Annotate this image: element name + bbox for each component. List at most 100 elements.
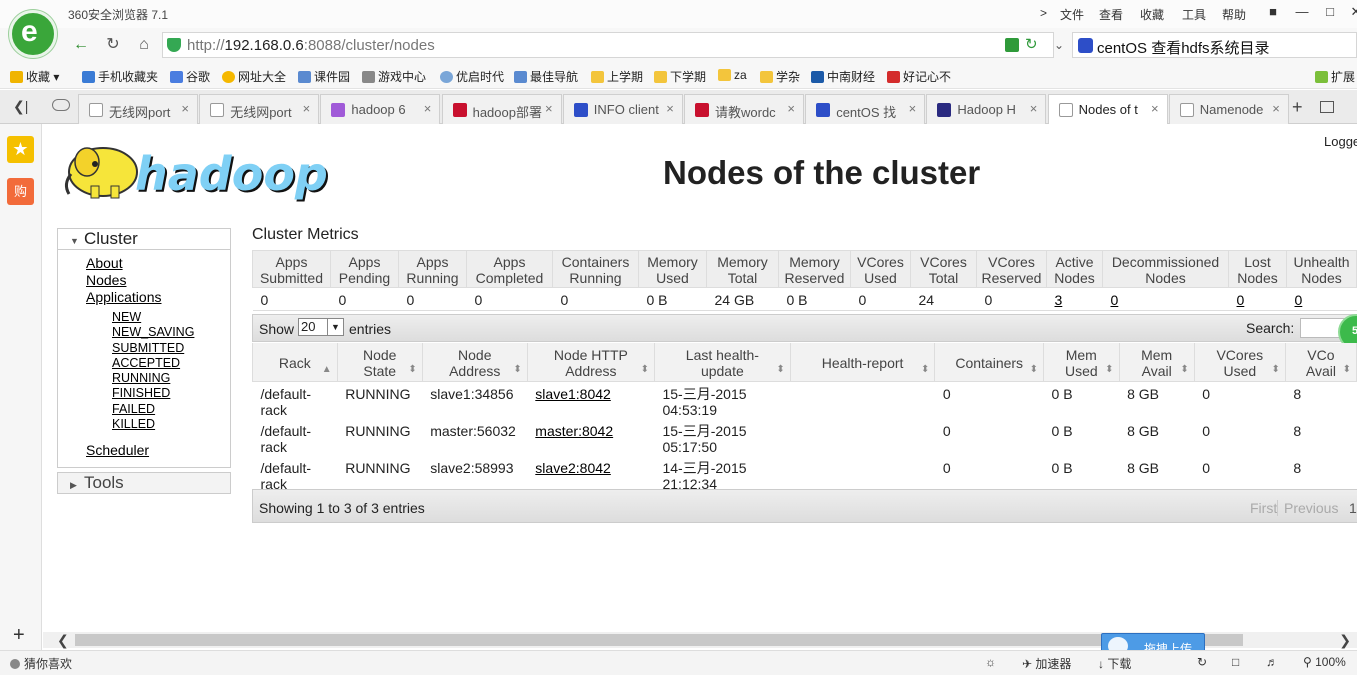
fav-collect[interactable]: 收藏 ▾ bbox=[10, 68, 59, 85]
menu-favorites[interactable]: 收藏 bbox=[1140, 6, 1164, 23]
node-http-link[interactable]: master:8042 bbox=[535, 423, 613, 439]
nav-app-failed[interactable]: FAILED bbox=[112, 402, 230, 417]
metrics-link[interactable]: 0 bbox=[1295, 292, 1303, 308]
nav-nodes[interactable]: Nodes bbox=[86, 272, 230, 289]
pager-first[interactable]: First bbox=[1250, 500, 1277, 516]
metrics-link[interactable]: 0 bbox=[1237, 292, 1245, 308]
add-panel-button[interactable]: + bbox=[13, 624, 25, 647]
tab-list-icon[interactable] bbox=[1320, 101, 1334, 113]
browser-logo-icon[interactable]: e bbox=[9, 10, 57, 58]
qr-icon[interactable] bbox=[1005, 38, 1019, 52]
tab-2[interactable]: hadoop 6 × bbox=[320, 94, 441, 124]
tab-3[interactable]: hadoop部署 × bbox=[441, 94, 562, 124]
fav-extend[interactable]: 扩展 bbox=[1315, 68, 1355, 85]
fav-item[interactable]: 手机收藏夹 bbox=[82, 68, 158, 85]
close-tab-icon[interactable]: × bbox=[303, 101, 311, 116]
window-icon[interactable]: □ bbox=[1232, 655, 1239, 669]
nav-app-new[interactable]: NEW bbox=[112, 310, 230, 325]
sort-icon[interactable]: ⬍ bbox=[1343, 362, 1351, 378]
column-header[interactable]: Mem Used ⬍ bbox=[1043, 343, 1120, 382]
tab-scroll-left-icon[interactable]: ❮| bbox=[13, 98, 28, 115]
nav-app-killed[interactable]: KILLED bbox=[112, 417, 230, 432]
nav-app-running[interactable]: RUNNING bbox=[112, 371, 230, 386]
pager-previous[interactable]: Previous bbox=[1277, 500, 1338, 516]
cluster-nav-header[interactable]: ▼ Cluster bbox=[57, 228, 231, 250]
fav-item[interactable]: 好记心不 bbox=[887, 68, 951, 85]
close-tab-icon[interactable]: × bbox=[1030, 101, 1038, 116]
column-header[interactable]: Node Address ⬍ bbox=[421, 343, 528, 382]
sort-icon[interactable]: ▲ bbox=[322, 362, 332, 378]
sort-icon[interactable]: ⬍ bbox=[1180, 362, 1188, 378]
menu-tools[interactable]: 工具 bbox=[1182, 6, 1206, 23]
nav-app-new-saving[interactable]: NEW_SAVING bbox=[112, 325, 230, 340]
nav-scheduler[interactable]: Scheduler bbox=[86, 442, 230, 459]
sort-icon[interactable]: ⬍ bbox=[1105, 362, 1113, 378]
page-size-select[interactable]: 20 ▼ bbox=[298, 318, 344, 336]
url-input[interactable]: http://192.168.0.6:8088/cluster/nodes ↻ bbox=[162, 32, 1054, 58]
tab-4[interactable]: INFO client × bbox=[562, 94, 683, 124]
guess-like[interactable]: 猜你喜欢 bbox=[10, 655, 72, 672]
sort-icon[interactable]: ⬍ bbox=[641, 362, 649, 378]
sort-icon[interactable]: ⬍ bbox=[513, 362, 521, 378]
wave-icon[interactable]: ☼ bbox=[985, 655, 996, 669]
column-header[interactable]: Node State ⬍ bbox=[336, 343, 423, 382]
scrollbar-thumb[interactable] bbox=[75, 634, 1243, 646]
close-tab-icon[interactable]: × bbox=[181, 101, 189, 116]
fav-item[interactable]: 课件园 bbox=[298, 68, 350, 85]
close-tab-icon[interactable]: × bbox=[787, 101, 795, 116]
cloud-icon[interactable] bbox=[52, 99, 70, 111]
sort-icon[interactable]: ⬍ bbox=[408, 362, 416, 378]
menu-help[interactable]: 帮助 bbox=[1222, 6, 1246, 23]
scroll-left-icon[interactable]: ❮ bbox=[57, 632, 69, 649]
sort-icon[interactable]: ⬍ bbox=[776, 362, 784, 378]
fav-item[interactable]: 下学期 bbox=[654, 68, 706, 85]
fav-item[interactable]: 最佳导航 bbox=[514, 68, 578, 85]
zoom[interactable]: ⚲ 100% bbox=[1303, 655, 1346, 669]
shopping-icon[interactable]: 购 bbox=[7, 178, 34, 205]
tab-6[interactable]: centOS 找 × bbox=[805, 94, 926, 124]
close-tab-icon[interactable]: × bbox=[1151, 101, 1159, 116]
column-header[interactable]: Mem Avail ⬍ bbox=[1118, 343, 1195, 382]
close-tab-icon[interactable]: × bbox=[545, 101, 553, 116]
fav-item[interactable]: 网址大全 bbox=[222, 68, 286, 85]
column-header[interactable]: Health-report ⬍ bbox=[789, 343, 936, 382]
minimize-button[interactable]: — bbox=[1289, 2, 1315, 22]
fav-item[interactable]: 上学期 bbox=[591, 68, 643, 85]
node-http-link[interactable]: slave1:8042 bbox=[535, 386, 611, 402]
home-icon[interactable]: ⌂ bbox=[131, 32, 157, 58]
back-icon[interactable]: ← bbox=[68, 32, 94, 58]
nav-app-accepted[interactable]: ACCEPTED bbox=[112, 356, 230, 371]
sort-icon[interactable]: ⬍ bbox=[1271, 362, 1279, 378]
nav-applications[interactable]: Applications bbox=[86, 289, 230, 306]
menu-view[interactable]: 查看 bbox=[1099, 6, 1123, 23]
url-dropdown-icon[interactable]: ⌄ bbox=[1046, 32, 1072, 58]
favorites-star-icon[interactable]: ★ bbox=[7, 136, 34, 163]
close-tab-icon[interactable]: × bbox=[1272, 101, 1280, 116]
close-tab-icon[interactable]: × bbox=[666, 101, 674, 116]
nav-about[interactable]: About bbox=[86, 255, 230, 272]
column-header[interactable]: Node HTTP Address ⬍ bbox=[526, 343, 655, 382]
close-tab-icon[interactable]: × bbox=[909, 101, 917, 116]
pager-page-1[interactable]: 1 bbox=[1349, 500, 1357, 516]
nav-app-finished[interactable]: FINISHED bbox=[112, 386, 230, 401]
tab-9[interactable]: Namenode × bbox=[1168, 94, 1289, 124]
sort-icon[interactable]: ⬍ bbox=[921, 362, 929, 378]
tab-8[interactable]: Nodes of t × bbox=[1047, 94, 1168, 125]
metrics-link[interactable]: 0 bbox=[1111, 292, 1119, 308]
tab-0[interactable]: 无线网port × bbox=[78, 94, 198, 124]
chevron-right-icon[interactable]: > bbox=[1040, 6, 1047, 20]
fav-item[interactable]: 谷歌 bbox=[170, 68, 210, 85]
column-header[interactable]: VCores Used ⬍ bbox=[1193, 343, 1286, 382]
column-header[interactable]: Containers ⬍ bbox=[934, 343, 1045, 382]
scroll-right-icon[interactable]: ❯ bbox=[1339, 632, 1351, 649]
skin-icon[interactable]: ■ bbox=[1260, 2, 1286, 22]
refresh-status-icon[interactable]: ↻ bbox=[1197, 655, 1207, 669]
download[interactable]: ↓ 下载 bbox=[1098, 655, 1131, 672]
refresh-green-icon[interactable]: ↻ bbox=[1025, 35, 1038, 53]
close-tab-icon[interactable]: × bbox=[424, 101, 432, 116]
fav-item[interactable]: 学杂 bbox=[760, 68, 800, 85]
metrics-link[interactable]: 3 bbox=[1055, 292, 1063, 308]
accelerator[interactable]: ✈ 加速器 bbox=[1022, 655, 1071, 672]
fav-item[interactable]: 优启时代 bbox=[440, 68, 504, 85]
volume-icon[interactable]: ♬ bbox=[1266, 655, 1278, 669]
